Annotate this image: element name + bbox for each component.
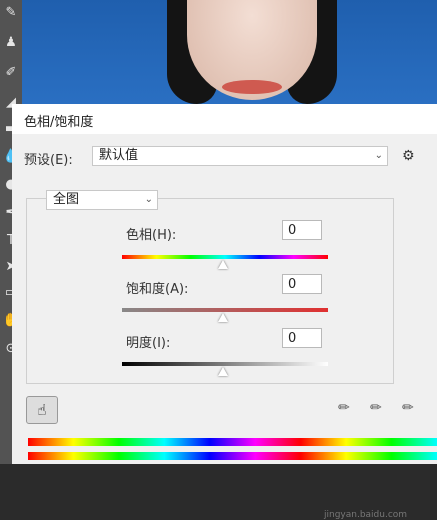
- preset-value: 默认值: [99, 148, 139, 163]
- watermark: jingyan.baidu.com: [324, 510, 408, 520]
- eyedropper-minus-icon[interactable]: ✏: [402, 400, 414, 416]
- saturation-label: 饱和度(A):: [126, 282, 189, 297]
- hue-input[interactable]: 0: [282, 220, 322, 240]
- canvas-photo: [22, 0, 437, 104]
- adjusted-spectrum-bar: [28, 452, 437, 460]
- mouse-cursor-icon: ↖: [74, 100, 88, 119]
- lightness-input[interactable]: 0: [282, 328, 322, 348]
- eyedropper-plus-icon[interactable]: ✏: [370, 400, 382, 416]
- channel-value: 全图: [53, 192, 80, 207]
- brush-icon[interactable]: ✎: [2, 4, 20, 22]
- eyedropper-icon[interactable]: ✏: [338, 400, 350, 416]
- hand-adjust-icon[interactable]: ☝: [26, 396, 58, 424]
- channel-select[interactable]: 全图 ⌄: [46, 190, 158, 210]
- preset-label: 预设(E):: [24, 153, 73, 168]
- chevron-down-icon: ⌄: [374, 150, 383, 161]
- saturation-input[interactable]: 0: [282, 274, 322, 294]
- color-spectrum-bar: [28, 438, 437, 446]
- gear-icon[interactable]: ⚙: [402, 148, 415, 164]
- hue-slider-track[interactable]: [122, 255, 328, 259]
- adjustment-group: [26, 198, 394, 384]
- lightness-slider-track[interactable]: [122, 362, 328, 366]
- lightness-label: 明度(I):: [126, 336, 171, 351]
- lightness-slider-thumb[interactable]: [218, 367, 228, 376]
- saturation-slider-track[interactable]: [122, 308, 328, 312]
- hue-saturation-dialog: 色相/饱和度 预设(E): 默认值 ⌄ ⚙ 全图 ⌄ 色相(H): 0 饱和度(…: [12, 104, 437, 520]
- history-brush-icon[interactable]: ✐: [2, 64, 20, 82]
- chevron-down-icon: ⌄: [144, 194, 153, 205]
- saturation-slider-thumb[interactable]: [218, 313, 228, 322]
- hue-label: 色相(H):: [126, 228, 177, 243]
- hue-slider-thumb[interactable]: [218, 260, 228, 269]
- preset-select[interactable]: 默认值 ⌄: [92, 146, 388, 166]
- lips: [222, 80, 282, 94]
- stamp-icon[interactable]: ♟: [2, 34, 20, 52]
